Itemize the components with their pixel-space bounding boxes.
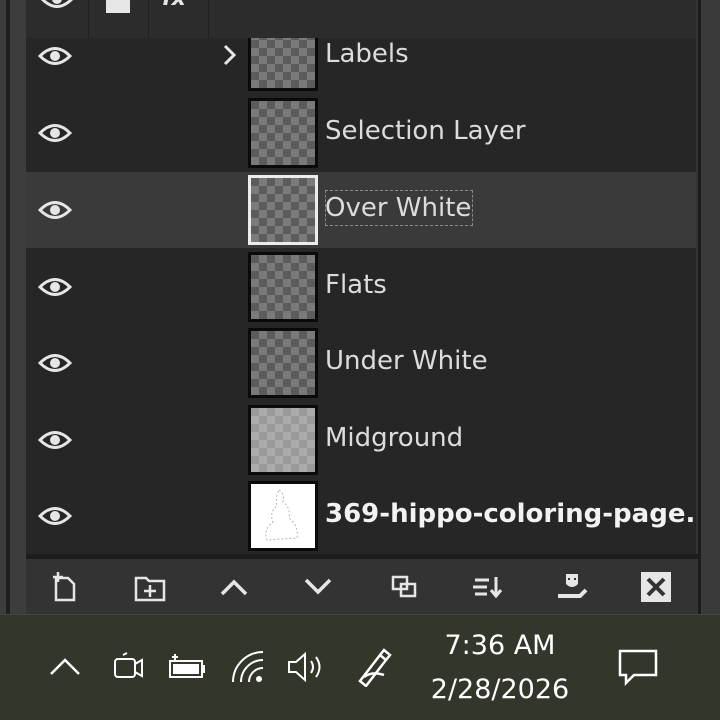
eye-icon[interactable] [38,41,72,71]
eye-icon[interactable] [38,272,72,302]
chevron-up-icon [50,658,80,675]
new-group-icon [134,576,166,602]
layer-name[interactable]: Labels [325,38,409,72]
delete-layer-button[interactable] [636,567,676,607]
volume-icon [288,651,321,683]
eye-icon[interactable] [38,118,72,148]
eye-icon[interactable] [38,195,72,225]
duplicate-layer-icon [391,575,417,598]
action-center-button[interactable] [610,642,666,692]
layers-toolbar [26,559,698,614]
wifi-icon [232,651,264,683]
layer-thumbnail [248,38,318,91]
eye-icon[interactable] [38,348,72,378]
action-center-icon [618,649,658,687]
layer-row-background-image[interactable]: 369-hippo-coloring-page.p [26,478,696,554]
eye-icon[interactable] [38,425,72,455]
raise-layer-icon [220,579,248,596]
layer-row-selection-layer[interactable]: Selection Layer [26,95,696,171]
line-art-icon [265,489,298,541]
pen-workspace-button[interactable] [352,642,400,692]
eye-icon[interactable] [38,501,72,531]
chevron-right-icon[interactable] [220,40,240,70]
layer-name[interactable]: Under White [325,343,488,379]
anchor-layer-button[interactable] [552,567,592,607]
layer-row-over-white[interactable]: Over White [26,172,696,248]
effects-column-header[interactable]: fx [148,0,209,38]
duplicate-layer-button[interactable] [384,567,424,607]
new-layer-button[interactable] [44,567,84,607]
layer-thumbnail [248,405,318,475]
layer-thumbnail [248,481,318,551]
layer-thumbnail [248,175,318,245]
layer-thumbnail [248,328,318,398]
layer-name[interactable]: Selection Layer [325,113,526,149]
layer-row-under-white[interactable]: Under White [26,325,696,401]
clock-date: 2/28/2026 [430,674,570,705]
meet-now-icon [114,652,143,678]
network-button[interactable] [226,642,272,692]
merge-down-icon [473,577,503,599]
layer-name[interactable]: Flats [325,267,387,303]
layer-row-midground[interactable]: Midground [26,402,696,478]
new-group-button[interactable] [130,567,170,607]
clock[interactable]: 7:36 AM 2/28/2026 [410,614,590,720]
clock-time: 7:36 AM [444,630,556,661]
anchor-layer-icon [558,574,588,598]
fx-icon: fx [162,0,186,11]
layer-name[interactable]: Midground [325,420,463,456]
battery-button[interactable] [162,642,210,692]
raise-layer-button[interactable] [214,567,254,607]
lock-column-header[interactable] [88,0,149,38]
battery-icon [169,654,205,678]
meet-now-button[interactable] [104,642,150,692]
layer-name[interactable]: Over White [325,190,474,226]
pen-icon [358,648,392,687]
layer-name[interactable]: 369-hippo-coloring-page.p [325,496,696,532]
lower-layer-icon [304,578,332,595]
delete-layer-icon [641,572,671,602]
taskbar: 7:36 AM 2/28/2026 [0,614,720,720]
show-hidden-icons-button[interactable] [44,642,86,692]
lower-layer-button[interactable] [298,567,338,607]
new-layer-icon [53,572,76,602]
layers-list: Labels Selection Layer Over White Flats … [26,38,696,554]
layer-thumbnail [248,252,318,322]
right-window-edge [698,0,720,614]
eye-icon [40,0,74,8]
layer-row-flats[interactable]: Flats [26,249,696,325]
merge-down-button[interactable] [468,567,508,607]
left-window-edge [0,0,26,614]
layer-row-labels[interactable]: Labels [26,38,696,94]
square-icon [106,0,130,13]
visibility-column-header[interactable] [26,0,89,38]
layer-thumbnail [248,98,318,168]
layers-header: fx [26,0,696,39]
volume-button[interactable] [282,642,330,692]
